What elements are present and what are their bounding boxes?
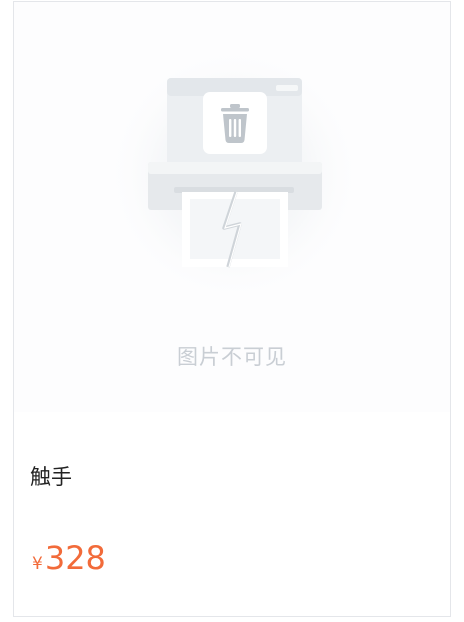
price-amount: 328 bbox=[44, 539, 106, 577]
product-name[interactable]: 触手 bbox=[30, 461, 72, 491]
image-unavailable-text: 图片不可见 bbox=[177, 345, 287, 369]
product-price: ¥328 bbox=[32, 539, 106, 577]
product-card[interactable]: 图片不可见 触手 ¥328 bbox=[13, 1, 451, 617]
product-image-placeholder[interactable]: 图片不可见 bbox=[14, 2, 450, 412]
trash-icon bbox=[203, 92, 267, 154]
price-currency: ¥ bbox=[32, 554, 43, 574]
